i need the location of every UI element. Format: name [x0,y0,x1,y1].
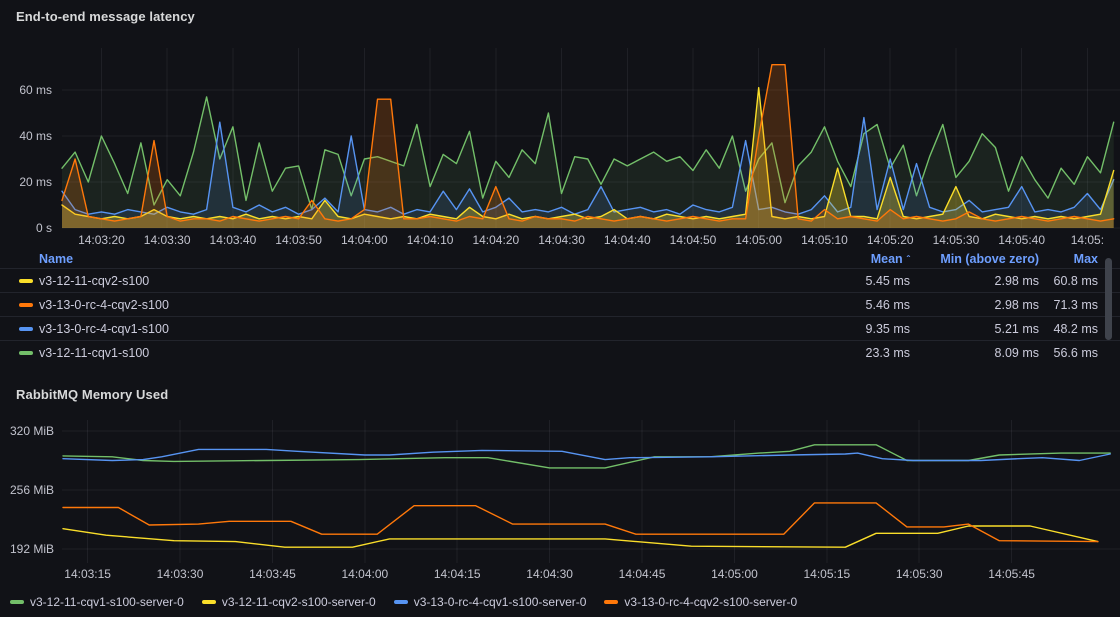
legend-item[interactable]: v3-12-11-cqv2-s100-server-0 [202,595,376,609]
y-tick-label: 256 MiB [10,483,54,497]
memory-legend: v3-12-11-cqv1-s100-server-0 v3-12-11-cqv… [10,595,797,609]
series-color-swatch [394,600,408,604]
x-tick-label: 14:05:00 [735,233,782,247]
x-tick-label: 14:05:30 [933,233,980,247]
series-name[interactable]: v3-12-11-cqv1-s100 [39,346,790,360]
column-header-min[interactable]: Min (above zero) [910,252,1039,266]
x-tick-label: 14:05:30 [896,567,943,581]
series-color-swatch[interactable] [19,351,33,355]
x-tick-label: 14:03:45 [249,567,296,581]
mean-value: 23.3 ms [790,346,910,360]
series-name[interactable]: v3-13-0-rc-4-cqv1-s100 [39,322,790,336]
legend-item[interactable]: v3-13-0-rc-4-cqv1-s100-server-0 [394,595,587,609]
grafana-dashboard: End-to-end message latency 0 s 20 ms 40 ms… [0,0,1120,617]
latency-panel-title: End-to-end message latency [16,9,195,24]
mean-value: 5.45 ms [790,274,910,288]
x-tick-label: 14:04:20 [472,233,519,247]
x-tick-label: 14:03:30 [157,567,204,581]
series-name[interactable]: v3-12-11-cqv2-s100 [39,274,790,288]
min-value: 5.21 ms [910,322,1039,336]
legend-label: v3-13-0-rc-4-cqv2-s100-server-0 [624,595,797,609]
column-header-mean[interactable]: Meanˆ [790,252,910,266]
table-scrollbar[interactable] [1105,258,1112,340]
memory-chart[interactable]: 192 MiB 256 MiB 320 MiB 14:03:15 14:03:30 14:… [0,408,1120,594]
latency-legend-table: Name Meanˆ Min (above zero) Max v3-12-11… [0,250,1120,365]
legend-item[interactable]: v3-13-0-rc-4-cqv2-s100-server-0 [604,595,797,609]
series-line [63,449,1110,460]
max-value: 56.6 ms [1039,346,1118,360]
memory-panel-title: RabbitMQ Memory Used [16,387,168,402]
y-tick-label: 40 ms [19,129,52,143]
series-line [63,526,1098,547]
table-row[interactable]: v3-13-0-rc-4-cqv2-s100 5.46 ms 2.98 ms 7… [0,293,1120,317]
series-color-swatch [10,600,24,604]
series-color-swatch[interactable] [19,327,33,331]
x-tick-label: 14:05:10 [801,233,848,247]
mean-value: 9.35 ms [790,322,910,336]
series-color-swatch[interactable] [19,303,33,307]
series-color-swatch[interactable] [19,279,33,283]
x-tick-label: 14:05:20 [867,233,914,247]
series-name[interactable]: v3-13-0-rc-4-cqv2-s100 [39,298,790,312]
x-tick-label: 14:04:10 [407,233,454,247]
column-header-name[interactable]: Name [39,252,790,266]
y-tick-label: 192 MiB [10,542,54,556]
legend-label: v3-12-11-cqv2-s100-server-0 [222,595,376,609]
x-tick-label: 14:04:45 [619,567,666,581]
x-tick-label: 14:04:40 [604,233,651,247]
legend-table-header: Name Meanˆ Min (above zero) Max [0,250,1120,269]
min-value: 2.98 ms [910,274,1039,288]
series-line [63,503,1098,542]
x-tick-label: 14:04:30 [526,567,573,581]
x-tick-label: 14:05:40 [998,233,1045,247]
latency-chart[interactable]: 0 s 20 ms 40 ms 60 ms 14:03:20 14:03:30 14:03:… [0,38,1120,250]
x-tick-label: 14:04:00 [341,567,388,581]
legend-label: v3-12-11-cqv1-s100-server-0 [30,595,184,609]
table-row[interactable]: v3-12-11-cqv1-s100 23.3 ms 8.09 ms 56.6 … [0,341,1120,365]
x-tick-label: 14:04:50 [670,233,717,247]
x-tick-label: 14:03:40 [210,233,257,247]
min-value: 2.98 ms [910,298,1039,312]
x-tick-label: 14:05:45 [988,567,1035,581]
y-tick-label: 20 ms [19,175,52,189]
x-tick-label: 14:05:15 [803,567,850,581]
mean-value: 5.46 ms [790,298,910,312]
x-tick-label: 14:04:15 [434,567,481,581]
x-tick-label: 14:04:00 [341,233,388,247]
legend-item[interactable]: v3-12-11-cqv1-s100-server-0 [10,595,184,609]
legend-label: v3-13-0-rc-4-cqv1-s100-server-0 [414,595,587,609]
series-color-swatch [604,600,618,604]
y-tick-label: 320 MiB [10,424,54,438]
min-value: 8.09 ms [910,346,1039,360]
x-tick-label: 14:04:30 [538,233,585,247]
x-tick-label: 14:03:15 [64,567,111,581]
x-tick-label: 14:05:00 [711,567,758,581]
x-tick-label: 14:03:20 [78,233,125,247]
x-tick-label: 14:05: [1071,233,1104,247]
table-row[interactable]: v3-13-0-rc-4-cqv1-s100 9.35 ms 5.21 ms 4… [0,317,1120,341]
series-color-swatch [202,600,216,604]
x-tick-label: 14:03:50 [275,233,322,247]
y-tick-label: 0 s [36,221,52,235]
y-tick-label: 60 ms [19,83,52,97]
column-header-mean-label: Mean [871,252,903,266]
table-row[interactable]: v3-12-11-cqv2-s100 5.45 ms 2.98 ms 60.8 … [0,269,1120,293]
x-tick-label: 14:03:30 [144,233,191,247]
